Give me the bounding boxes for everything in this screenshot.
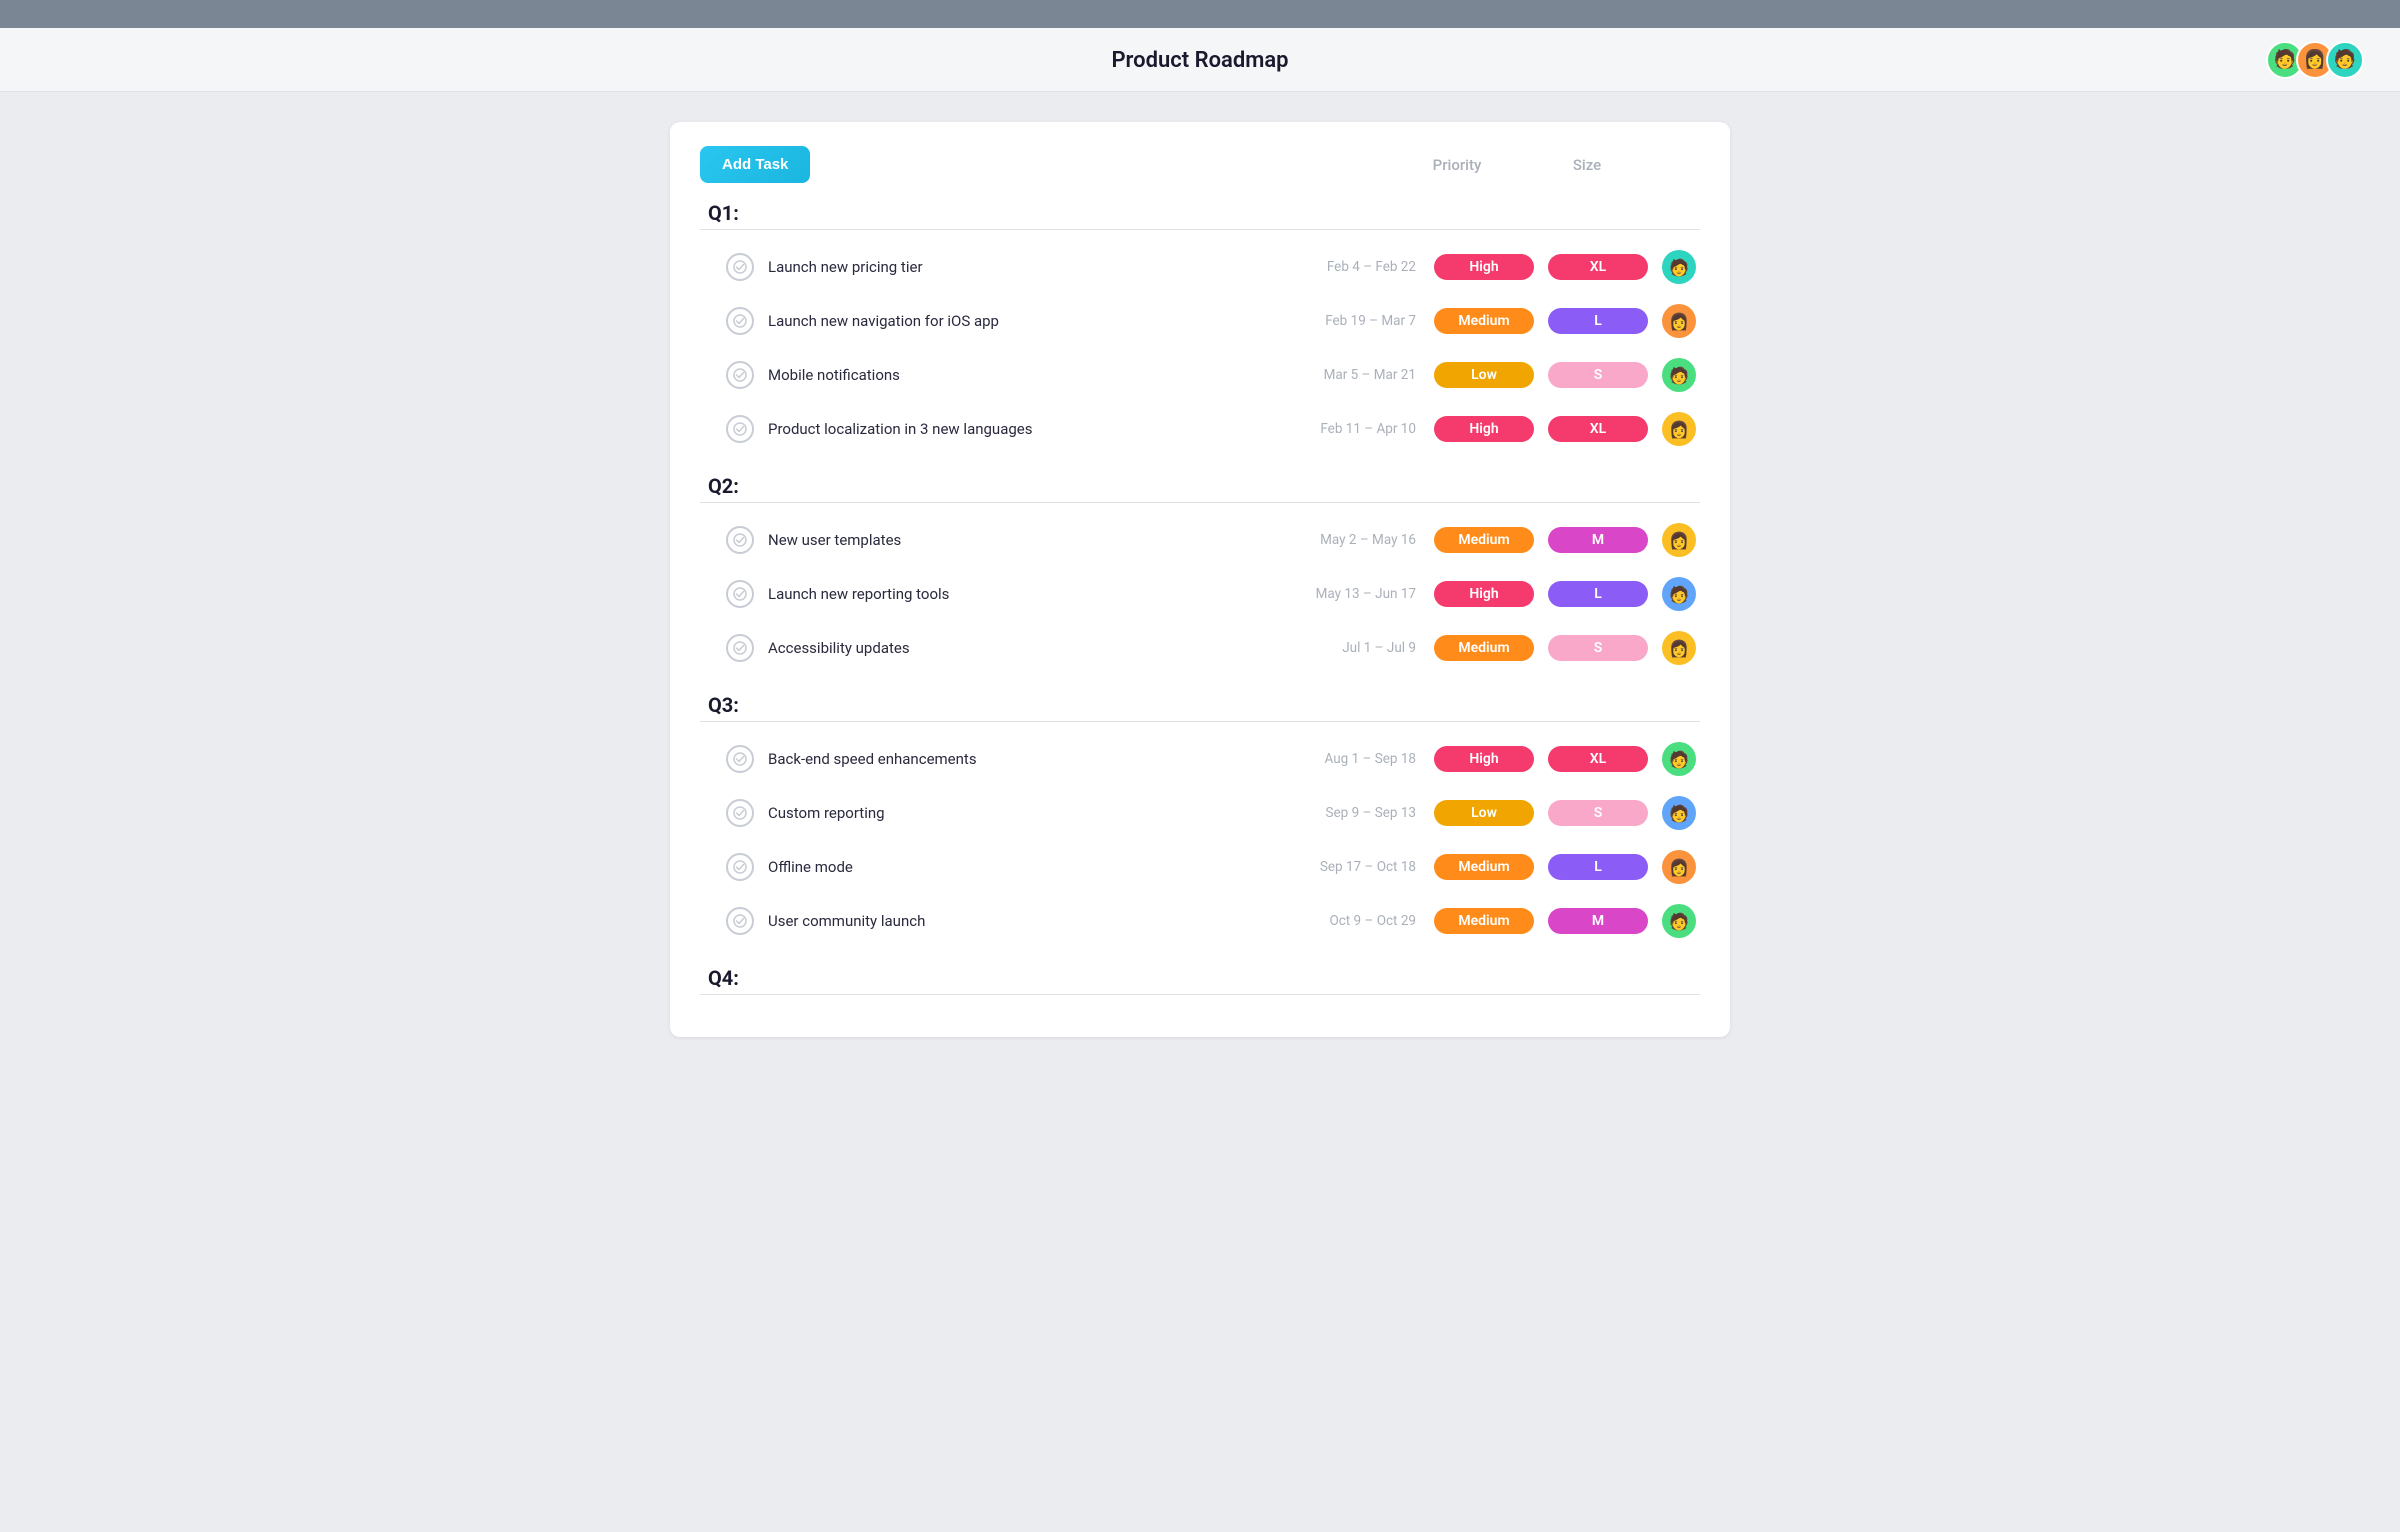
- task-name: New user templates: [768, 531, 1286, 549]
- task-check-icon[interactable]: [726, 415, 754, 443]
- task-check-icon[interactable]: [726, 526, 754, 554]
- task-row[interactable]: ⋮⋮Launch new reporting toolsMay 13 – Jun…: [700, 567, 1700, 621]
- task-row[interactable]: ⋮⋮Launch new navigation for iOS appFeb 1…: [700, 294, 1700, 348]
- priority-badge[interactable]: High: [1434, 416, 1534, 442]
- task-check-icon[interactable]: [726, 799, 754, 827]
- avatar-3[interactable]: 🧑: [2326, 41, 2364, 79]
- task-row[interactable]: ⋮⋮Accessibility updatesJul 1 – Jul 9Medi…: [700, 621, 1700, 675]
- toolbar: Add Task Priority Size: [700, 146, 1700, 183]
- task-avatar[interactable]: 👩: [1662, 304, 1696, 338]
- task-name: Launch new pricing tier: [768, 258, 1286, 276]
- task-avatar[interactable]: 🧑: [1662, 904, 1696, 938]
- page-title: Product Roadmap: [1111, 48, 1288, 73]
- priority-badge[interactable]: Medium: [1434, 527, 1534, 553]
- priority-badge[interactable]: Low: [1434, 800, 1534, 826]
- top-bar: [0, 0, 2400, 28]
- column-headers: Priority Size: [1392, 156, 1700, 174]
- task-dates: Sep 17 – Oct 18: [1286, 859, 1416, 875]
- priority-column-header: Priority: [1392, 156, 1522, 174]
- priority-badge[interactable]: Medium: [1434, 635, 1534, 661]
- task-name: Product localization in 3 new languages: [768, 420, 1286, 438]
- size-badge[interactable]: L: [1548, 308, 1648, 334]
- size-badge[interactable]: S: [1548, 362, 1648, 388]
- app-header: Product Roadmap 🧑 👩 🧑: [0, 28, 2400, 92]
- task-avatar[interactable]: 🧑: [1662, 796, 1696, 830]
- add-task-button[interactable]: Add Task: [700, 146, 810, 183]
- header-avatars: 🧑 👩 🧑: [2266, 41, 2364, 79]
- quarters-container: Q1: ⋮⋮Launch new pricing tierFeb 4 – Feb …: [700, 201, 1700, 995]
- task-dates: Oct 9 – Oct 29: [1286, 913, 1416, 929]
- task-row[interactable]: ⋮⋮Launch new pricing tierFeb 4 – Feb 22H…: [700, 240, 1700, 294]
- size-badge[interactable]: L: [1548, 581, 1648, 607]
- task-dates: Jul 1 – Jul 9: [1286, 640, 1416, 656]
- task-name: Accessibility updates: [768, 639, 1286, 657]
- task-name: Back-end speed enhancements: [768, 750, 1286, 768]
- size-badge[interactable]: S: [1548, 635, 1648, 661]
- size-badge[interactable]: S: [1548, 800, 1648, 826]
- task-name: Mobile notifications: [768, 366, 1286, 384]
- task-dates: Feb 11 – Apr 10: [1286, 421, 1416, 437]
- priority-badge[interactable]: High: [1434, 581, 1534, 607]
- task-name: User community launch: [768, 912, 1286, 930]
- quarter-label-q2: Q2:: [708, 474, 1700, 498]
- task-name: Custom reporting: [768, 804, 1286, 822]
- quarter-label-q1: Q1:: [708, 201, 1700, 225]
- quarter-divider-q3: [700, 721, 1700, 722]
- task-avatar[interactable]: 👩: [1662, 850, 1696, 884]
- task-row[interactable]: ⋮⋮Back-end speed enhancementsAug 1 – Sep…: [700, 732, 1700, 786]
- task-dates: Feb 19 – Mar 7: [1286, 313, 1416, 329]
- task-avatar[interactable]: 👩: [1662, 523, 1696, 557]
- task-name: Launch new reporting tools: [768, 585, 1286, 603]
- task-check-icon[interactable]: [726, 253, 754, 281]
- task-check-icon[interactable]: [726, 307, 754, 335]
- main-card: Add Task Priority Size Q1: ⋮⋮Launch new p…: [670, 122, 1730, 1037]
- task-check-icon[interactable]: [726, 853, 754, 881]
- task-dates: Feb 4 – Feb 22: [1286, 259, 1416, 275]
- priority-badge[interactable]: High: [1434, 746, 1534, 772]
- task-row[interactable]: ⋮⋮User community launchOct 9 – Oct 29Med…: [700, 894, 1700, 948]
- size-badge[interactable]: XL: [1548, 746, 1648, 772]
- task-dates: Aug 1 – Sep 18: [1286, 751, 1416, 767]
- task-row[interactable]: ⋮⋮Mobile notificationsMar 5 – Mar 21LowS…: [700, 348, 1700, 402]
- task-check-icon[interactable]: [726, 907, 754, 935]
- priority-badge[interactable]: Medium: [1434, 908, 1534, 934]
- task-dates: May 13 – Jun 17: [1286, 586, 1416, 602]
- priority-badge[interactable]: Low: [1434, 362, 1534, 388]
- quarter-divider-q4: [700, 994, 1700, 995]
- task-avatar[interactable]: 🧑: [1662, 577, 1696, 611]
- size-badge[interactable]: M: [1548, 908, 1648, 934]
- task-check-icon[interactable]: [726, 634, 754, 662]
- quarter-label-q4: Q4:: [708, 966, 1700, 990]
- task-dates: Sep 9 – Sep 13: [1286, 805, 1416, 821]
- task-avatar[interactable]: 🧑: [1662, 250, 1696, 284]
- page-content: Add Task Priority Size Q1: ⋮⋮Launch new p…: [0, 92, 2400, 1532]
- task-row[interactable]: ⋮⋮Custom reportingSep 9 – Sep 13LowS🧑: [700, 786, 1700, 840]
- task-row[interactable]: ⋮⋮New user templatesMay 2 – May 16Medium…: [700, 513, 1700, 567]
- priority-badge[interactable]: High: [1434, 254, 1534, 280]
- size-column-header: Size: [1522, 156, 1652, 174]
- task-avatar[interactable]: 👩: [1662, 412, 1696, 446]
- task-name: Offline mode: [768, 858, 1286, 876]
- task-dates: May 2 – May 16: [1286, 532, 1416, 548]
- size-badge[interactable]: XL: [1548, 254, 1648, 280]
- task-name: Launch new navigation for iOS app: [768, 312, 1286, 330]
- priority-badge[interactable]: Medium: [1434, 308, 1534, 334]
- task-avatar[interactable]: 🧑: [1662, 742, 1696, 776]
- task-avatar[interactable]: 🧑: [1662, 358, 1696, 392]
- task-row[interactable]: ⋮⋮Product localization in 3 new language…: [700, 402, 1700, 456]
- quarter-label-q3: Q3:: [708, 693, 1700, 717]
- task-check-icon[interactable]: [726, 580, 754, 608]
- size-badge[interactable]: XL: [1548, 416, 1648, 442]
- quarter-divider-q1: [700, 229, 1700, 230]
- priority-badge[interactable]: Medium: [1434, 854, 1534, 880]
- task-dates: Mar 5 – Mar 21: [1286, 367, 1416, 383]
- quarter-divider-q2: [700, 502, 1700, 503]
- task-check-icon[interactable]: [726, 361, 754, 389]
- size-badge[interactable]: M: [1548, 527, 1648, 553]
- task-avatar[interactable]: 👩: [1662, 631, 1696, 665]
- task-row[interactable]: ⋮⋮Offline modeSep 17 – Oct 18MediumL👩: [700, 840, 1700, 894]
- size-badge[interactable]: L: [1548, 854, 1648, 880]
